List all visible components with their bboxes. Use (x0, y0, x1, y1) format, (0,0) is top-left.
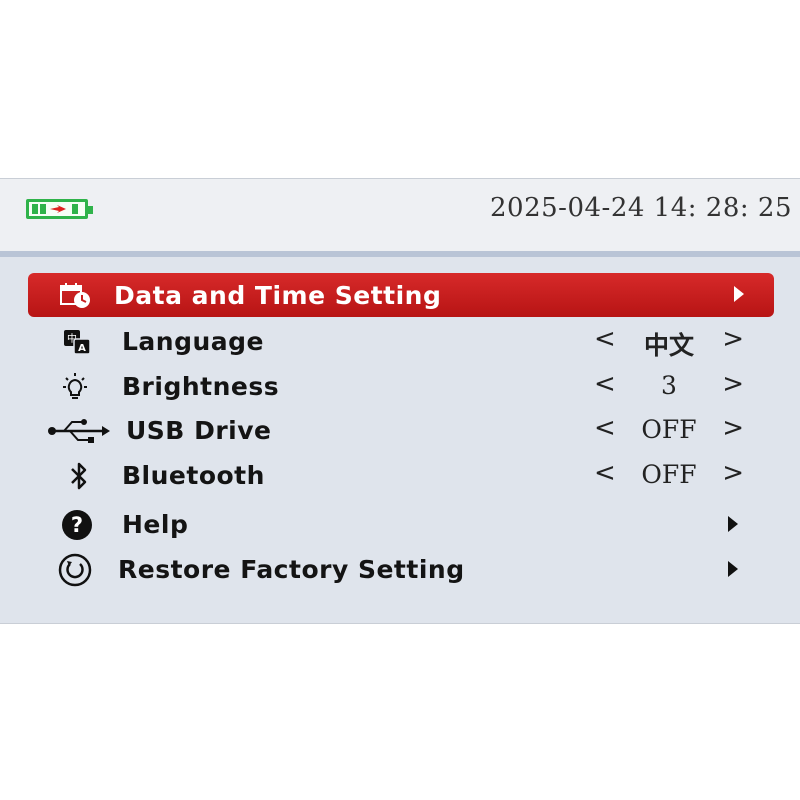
restore-icon (58, 553, 92, 587)
chevron-right-icon[interactable]: > (722, 324, 744, 354)
menu-item-label: Data and Time Setting (114, 281, 442, 310)
status-bar: 2025-04-24 14: 28: 25 (0, 179, 800, 257)
menu-item-label: Help (122, 510, 189, 539)
calendar-clock-icon (58, 280, 92, 310)
usb-icon (46, 416, 112, 446)
menu-item-brightness[interactable]: Brightness < 3 > (28, 365, 774, 409)
svg-text:?: ? (71, 513, 83, 537)
brightness-icon (58, 372, 92, 402)
chevron-left-icon[interactable]: < (594, 324, 616, 354)
device-screen: 2025-04-24 14: 28: 25 Data and Time Sett… (0, 178, 800, 624)
chevron-left-icon[interactable]: < (594, 458, 616, 488)
bluetooth-selector: < OFF > (594, 458, 744, 490)
battery-charging-icon (26, 199, 93, 219)
menu-item-usb-drive[interactable]: USB Drive < OFF > (28, 409, 774, 453)
menu-item-label: USB Drive (126, 416, 272, 445)
chevron-left-icon[interactable]: < (594, 369, 616, 399)
menu-item-help[interactable]: ? Help (28, 503, 774, 547)
chevron-right-icon[interactable]: > (722, 413, 744, 443)
datetime-display: 2025-04-24 14: 28: 25 (490, 193, 792, 223)
menu-item-label: Restore Factory Setting (118, 555, 465, 584)
usb-drive-value: OFF (641, 415, 697, 444)
menu-item-restore-factory-setting[interactable]: Restore Factory Setting (28, 548, 774, 592)
chevron-right-icon[interactable]: > (722, 369, 744, 399)
arrow-right-icon (728, 561, 738, 577)
chevron-left-icon[interactable]: < (594, 413, 616, 443)
menu-item-language[interactable]: 中 A Language < 中文 > (28, 320, 774, 364)
chevron-right-icon[interactable]: > (722, 458, 744, 488)
language-selector: < 中文 > (594, 324, 744, 360)
svg-text:A: A (78, 343, 86, 354)
brightness-selector: < 3 > (594, 369, 744, 401)
language-value: 中文 (643, 331, 694, 360)
bluetooth-icon (62, 461, 96, 491)
bluetooth-value: OFF (641, 460, 697, 489)
arrow-right-icon (734, 286, 744, 302)
help-icon: ? (60, 510, 94, 540)
menu-item-label: Language (122, 327, 265, 356)
brightness-value: 3 (661, 371, 677, 400)
menu-item-date-time-setting[interactable]: Data and Time Setting (28, 273, 774, 317)
menu-item-label: Brightness (122, 372, 280, 401)
usb-drive-selector: < OFF > (594, 413, 744, 445)
menu-item-label: Bluetooth (122, 461, 265, 490)
language-icon: 中 A (60, 327, 94, 357)
menu-item-bluetooth[interactable]: Bluetooth < OFF > (28, 454, 774, 498)
arrow-right-icon (728, 516, 738, 532)
